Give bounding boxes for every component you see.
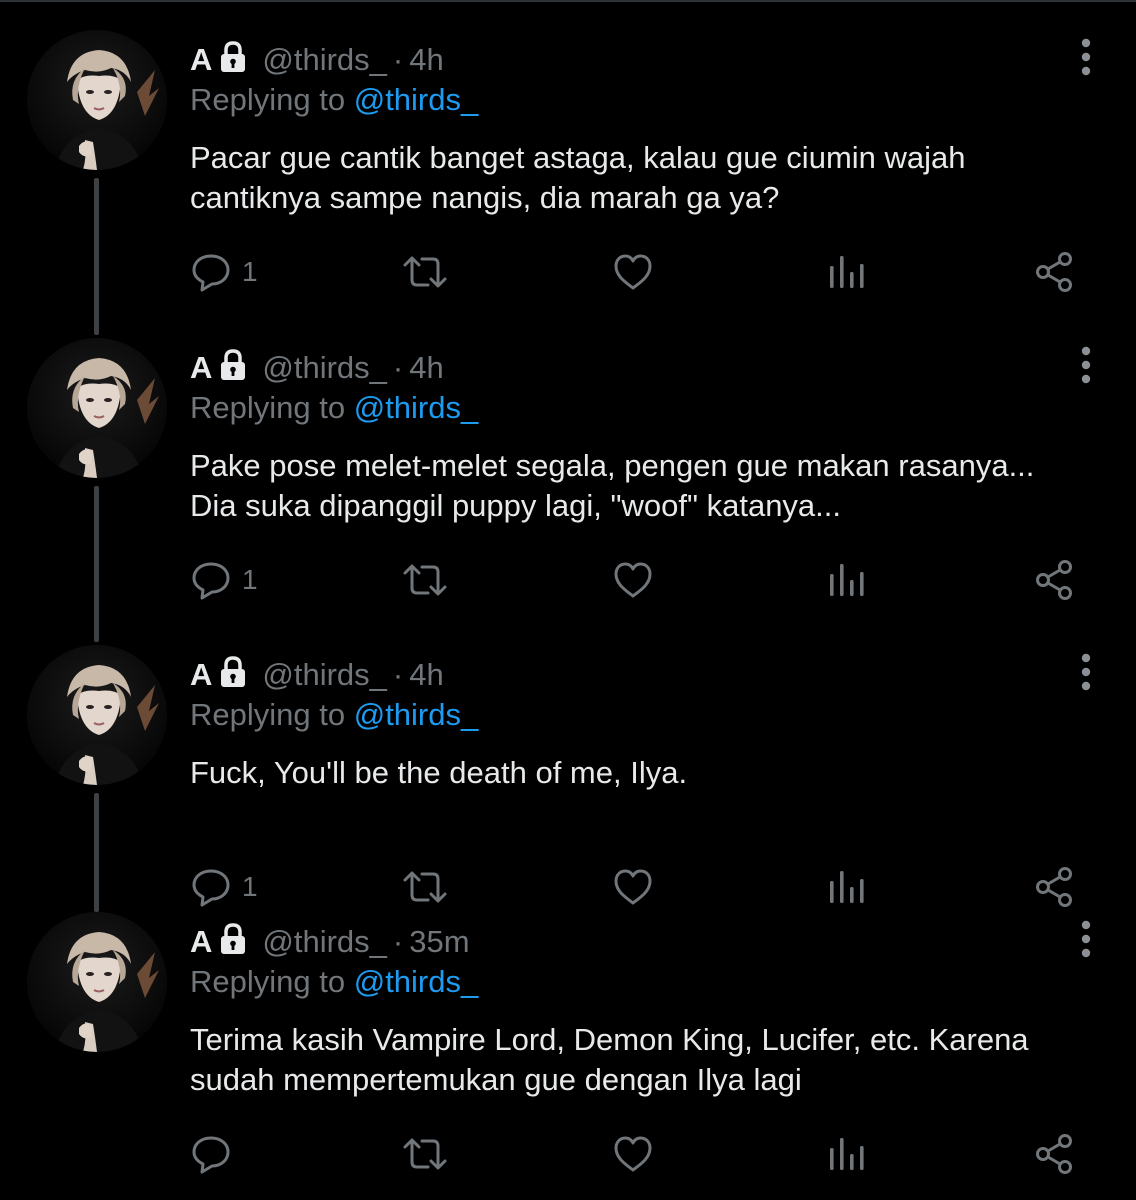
reply-button[interactable] [190,1132,242,1176]
lock-icon [216,40,250,74]
tweet-text: Fuck, You'll be the death of me, Ilya. [190,753,1115,793]
reply-button[interactable]: 1 [190,558,258,602]
replying-to-label: Replying to [190,390,346,425]
replying-to-label: Replying to [190,82,346,117]
reply-count: 1 [242,256,258,287]
tweet-text-line: Terima kasih Vampire Lord, Demon King, L… [190,1022,1029,1057]
avatar[interactable] [27,912,167,1052]
views-button[interactable] [826,558,866,602]
reply-bubble-icon [192,562,230,600]
more-options-button[interactable] [1070,346,1102,386]
reply-bubble-icon [192,254,230,292]
separator-dot: · [392,42,404,77]
tweet-actions: 1 [0,558,1136,602]
timestamp[interactable]: 4h [409,350,443,386]
analytics-bars-icon [830,564,864,596]
retweet-icon [403,564,447,596]
tweet-text-line: Pacar gue cantik banget astaga, kalau gu… [190,140,966,175]
like-button[interactable] [612,1132,654,1176]
replying-to-line: Replying to @thirds_ [190,390,478,426]
share-icon [1036,560,1072,600]
tweet-text-line: cantiknya sampe nangis, dia marah ga ya? [190,180,780,215]
replying-to-line: Replying to @thirds_ [190,964,478,1000]
display-name[interactable]: A [190,42,212,78]
more-options-button[interactable] [1070,653,1102,693]
more-vertical-icon [1081,653,1091,691]
analytics-bars-icon [830,256,864,288]
more-options-button[interactable] [1070,920,1102,960]
timestamp[interactable]: 4h [409,657,443,693]
tweet-text-line: sudah mempertemukan gue dengan Ilya lagi [190,1062,802,1097]
tweet-header: A @thirds_ · 4h [190,346,444,390]
avatar[interactable] [27,30,167,170]
tweet-actions [0,1132,1136,1176]
tweet-text: Pake pose melet-melet segala, pengen gue… [190,446,1115,526]
lock-icon [216,922,250,956]
display-name[interactable]: A [190,657,212,693]
replying-to-label: Replying to [190,697,346,732]
views-button[interactable] [826,1132,866,1176]
share-button[interactable] [1033,1132,1075,1176]
lock-icon [216,655,250,689]
replying-to-line: Replying to @thirds_ [190,697,478,733]
user-handle[interactable]: @thirds_ [262,924,387,960]
separator-dot: · [392,657,404,692]
user-handle[interactable]: @thirds_ [262,657,387,693]
analytics-bars-icon [830,1138,864,1170]
retweet-icon [403,1138,447,1170]
share-button[interactable] [1033,250,1075,294]
display-name[interactable]: A [190,350,212,386]
reply-bubble-icon [192,1136,230,1174]
like-button[interactable] [612,250,654,294]
retweet-button[interactable] [402,1132,448,1176]
retweet-button[interactable] [402,558,448,602]
retweet-icon [403,256,447,288]
tweet[interactable]: A @thirds_ · 35m Replying to @thirds_ Te… [0,882,1136,1182]
views-button[interactable] [826,250,866,294]
replying-to-mention[interactable]: @thirds_ [354,697,479,732]
more-vertical-icon [1081,38,1091,76]
retweet-button[interactable] [402,250,448,294]
tweet-text-line: Fuck, You'll be the death of me, Ilya. [190,755,688,790]
heart-icon [614,1136,652,1172]
tweet-text-line: Dia suka dipanggil puppy lagi, "woof" ka… [190,488,842,523]
separator-dot: · [392,924,404,959]
tweet[interactable]: A @thirds_ · 4h Replying to @thirds_ Pak… [0,308,1136,642]
replying-to-line: Replying to @thirds_ [190,82,478,118]
tweet-actions: 1 [0,250,1136,294]
like-button[interactable] [612,558,654,602]
timestamp[interactable]: 4h [409,42,443,78]
user-handle[interactable]: @thirds_ [262,42,387,78]
reply-button[interactable]: 1 [190,250,258,294]
tweet-header: A @thirds_ · 4h [190,653,444,697]
user-handle[interactable]: @thirds_ [262,350,387,386]
display-name[interactable]: A [190,924,212,960]
tweet-header: A @thirds_ · 35m [190,920,470,964]
share-button[interactable] [1033,558,1075,602]
separator-dot: · [392,350,404,385]
share-icon [1036,252,1072,292]
share-icon [1036,1134,1072,1174]
reply-thread: A @thirds_ · 4h Replying to @thirds_ Pac… [0,0,1136,1200]
more-options-button[interactable] [1070,38,1102,78]
timestamp[interactable]: 35m [409,924,469,960]
heart-icon [614,254,652,290]
tweet-text: Terima kasih Vampire Lord, Demon King, L… [190,1020,1115,1100]
tweet[interactable]: A @thirds_ · 4h Replying to @thirds_ Pac… [0,0,1136,335]
tweet-text-line: Pake pose melet-melet segala, pengen gue… [190,448,1035,483]
more-vertical-icon [1081,920,1091,958]
reply-count: 1 [242,564,258,595]
tweet-header: A @thirds_ · 4h [190,38,444,82]
replying-to-mention[interactable]: @thirds_ [354,390,479,425]
tweet-text: Pacar gue cantik banget astaga, kalau gu… [190,138,1115,218]
heart-icon [614,562,652,598]
avatar[interactable] [27,645,167,785]
replying-to-mention[interactable]: @thirds_ [354,964,479,999]
tweet[interactable]: A @thirds_ · 4h Replying to @thirds_ Fuc… [0,615,1136,915]
lock-icon [216,348,250,382]
avatar[interactable] [27,338,167,478]
more-vertical-icon [1081,346,1091,384]
replying-to-mention[interactable]: @thirds_ [354,82,479,117]
replying-to-label: Replying to [190,964,346,999]
